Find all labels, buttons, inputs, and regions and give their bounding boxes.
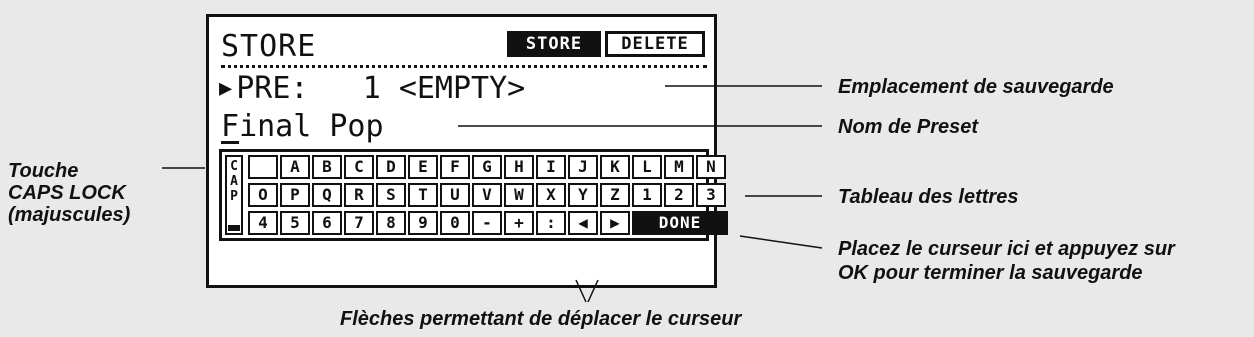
label-caps-3: (majuscules) <box>8 204 131 226</box>
label-location: Emplacement de sauvegarde <box>838 76 1114 98</box>
line-arrow-left <box>575 279 587 303</box>
label-letters-table: Tableau des lettres <box>838 186 1019 208</box>
label-caps-2: CAPS LOCK <box>8 182 126 204</box>
label-done-1: Placez le curseur ici et appuyez sur <box>838 238 1175 260</box>
label-arrows: Flèches permettant de déplacer le curseu… <box>340 308 742 330</box>
label-caps-1: Touche <box>8 160 79 182</box>
line-arrow-right <box>587 279 599 303</box>
line-done <box>739 235 823 249</box>
callout-lines <box>162 85 823 303</box>
label-preset-name: Nom de Preset <box>838 116 979 138</box>
label-done-2: OK pour terminer la sauvegarde <box>838 262 1143 284</box>
